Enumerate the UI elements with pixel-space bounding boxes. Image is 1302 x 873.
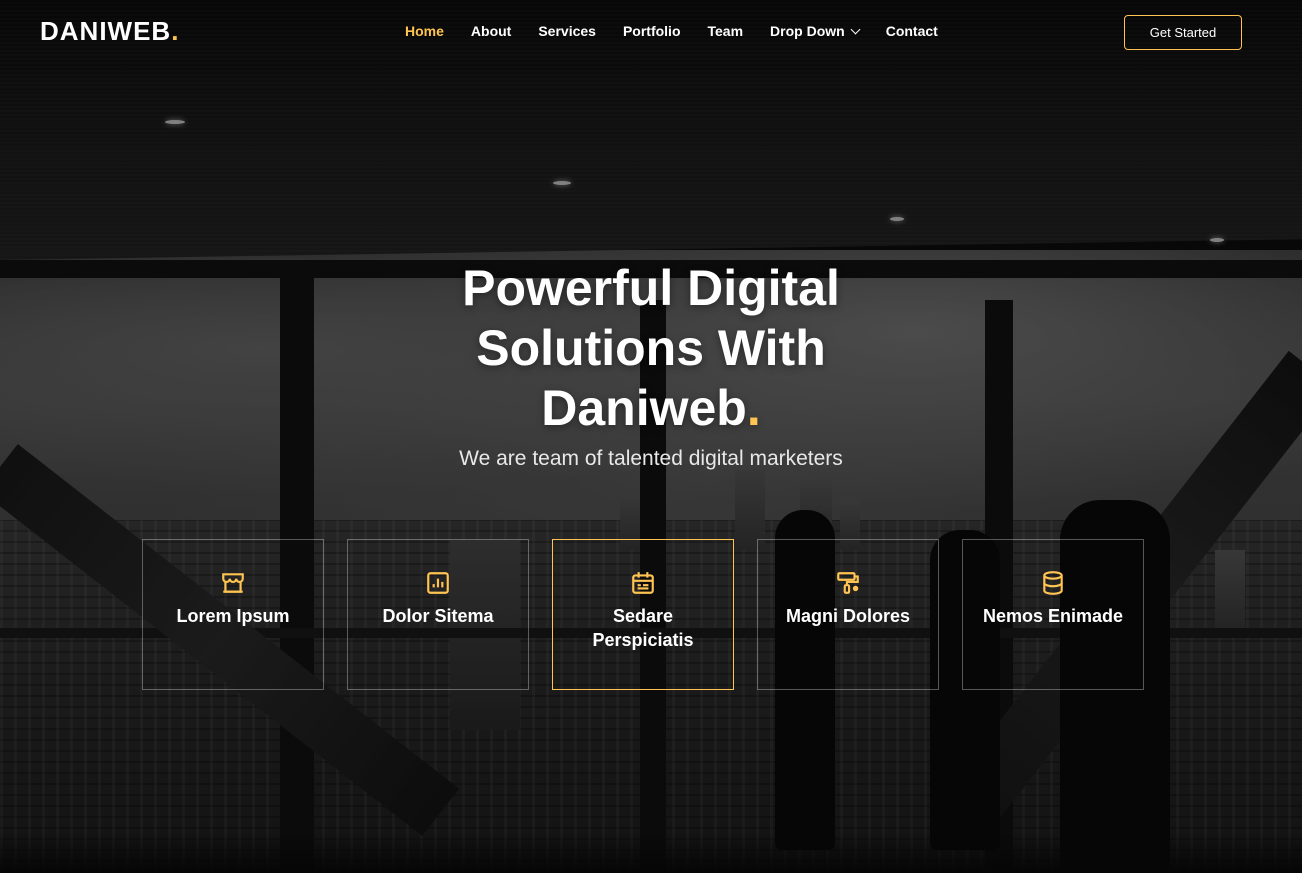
brand-dot: . xyxy=(171,16,180,46)
nav-dropdown[interactable]: Drop Down xyxy=(770,23,861,39)
main-nav: Home About Services Portfolio Team Drop … xyxy=(405,23,965,39)
nav-portfolio[interactable]: Portfolio xyxy=(623,23,681,39)
hero-title-line-3: Daniweb. xyxy=(0,378,1302,438)
nav-about[interactable]: About xyxy=(471,23,511,39)
hero-title: Powerful Digital Solutions With Daniweb. xyxy=(0,258,1302,438)
store-icon xyxy=(222,573,244,593)
hero-title-brand: Daniweb xyxy=(541,380,747,436)
nav-dropdown-label: Drop Down xyxy=(770,23,845,39)
feature-label: Dolor Sitema xyxy=(382,606,494,626)
brand-logo[interactable]: DANIWEB. xyxy=(40,16,179,47)
feature-boxes: Lorem Ipsum Dolor Sitema Sedare Perspici… xyxy=(142,539,1144,690)
feature-box-magni-dolores[interactable]: Magni Dolores xyxy=(757,539,939,690)
feature-label: Sedare Perspiciatis xyxy=(592,606,694,650)
hero-title-line-2: Solutions With xyxy=(476,320,826,376)
hero-title-line-1: Powerful Digital xyxy=(462,260,840,316)
nav-services[interactable]: Services xyxy=(538,23,596,39)
hero-title-dot: . xyxy=(746,380,761,436)
feature-label: Magni Dolores xyxy=(785,606,910,626)
feature-label: Lorem Ipsum xyxy=(176,606,290,626)
paint-roller-icon xyxy=(837,572,859,594)
brand-name: DANIWEB xyxy=(40,16,172,46)
nav-team[interactable]: Team xyxy=(708,23,744,39)
feature-box-nemos-enimade[interactable]: Nemos Enimade xyxy=(962,539,1144,690)
nav-home[interactable]: Home xyxy=(405,23,444,39)
database-icon xyxy=(1043,571,1063,595)
calendar-icon xyxy=(632,572,654,594)
site-header: DANIWEB. Home About Services Portfolio T… xyxy=(0,0,1302,66)
nav-contact[interactable]: Contact xyxy=(886,23,938,39)
hero-subtitle: We are team of talented digital marketer… xyxy=(459,447,843,470)
feature-box-sedare-perspiciatis[interactable]: Sedare Perspiciatis xyxy=(552,539,734,690)
chevron-down-icon xyxy=(850,24,861,34)
feature-box-dolor-sitema[interactable]: Dolor Sitema xyxy=(347,539,529,690)
feature-label: Nemos Enimade xyxy=(982,606,1124,626)
bar-chart-icon xyxy=(427,572,449,594)
feature-box-lorem-ipsum[interactable]: Lorem Ipsum xyxy=(142,539,324,690)
get-started-button[interactable]: Get Started xyxy=(1124,15,1242,50)
